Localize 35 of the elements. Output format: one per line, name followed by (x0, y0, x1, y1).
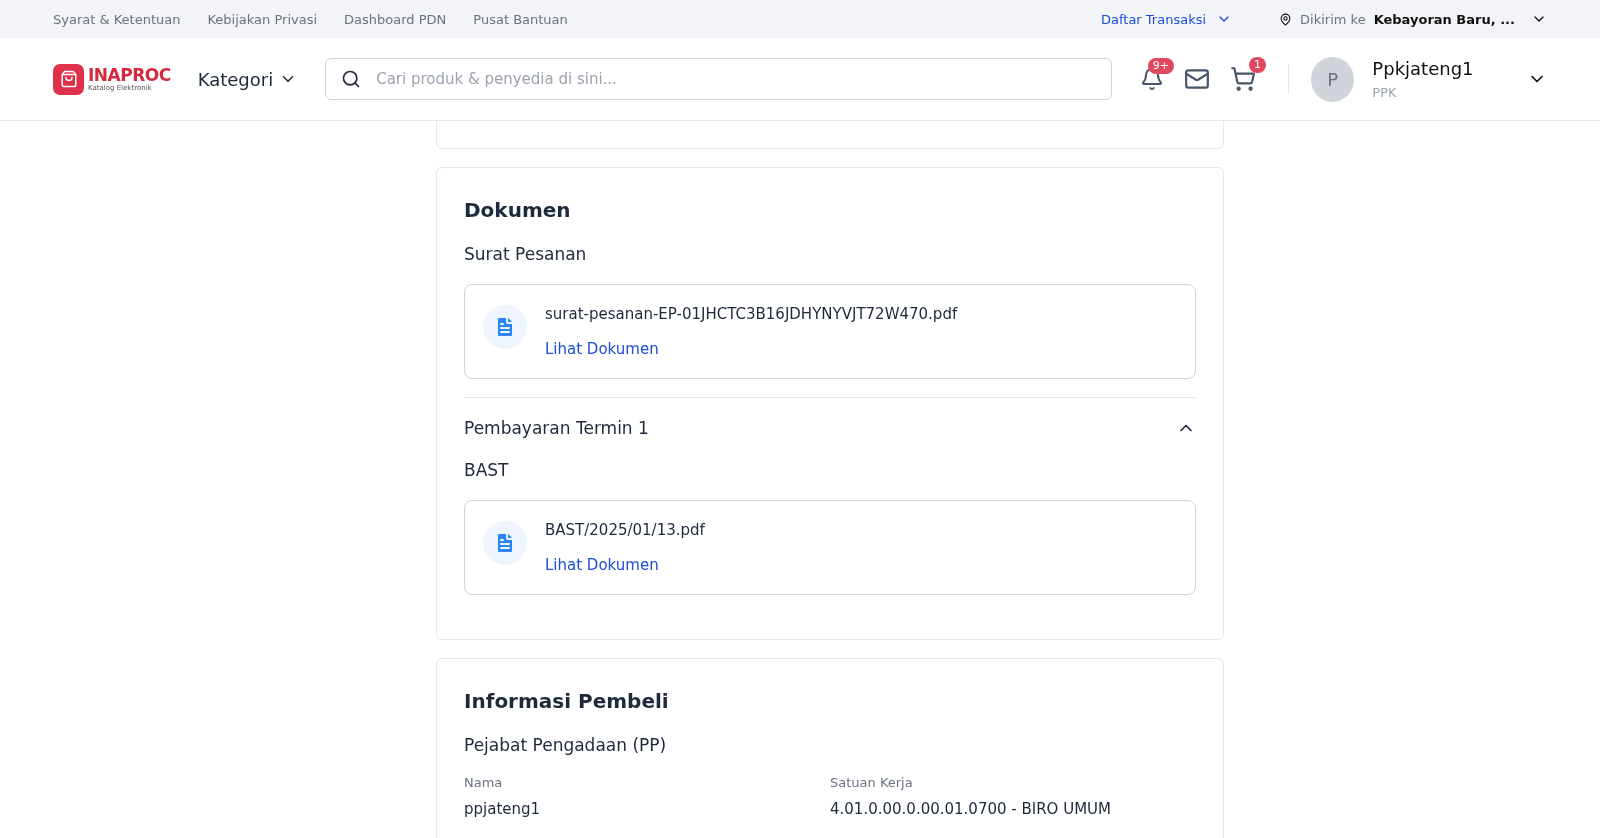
card-title: Informasi Pembeli (464, 689, 670, 713)
field-label: Satuan Kerja (830, 775, 914, 790)
file-name: surat-pesanan-EP-01JHCTC3B16JDHYNYVJT72W470.pdf (545, 305, 958, 323)
location-pin-icon (1279, 12, 1293, 26)
field-value: 4.01.0.00.0.00.01.0700 - BIRO UMUM (830, 800, 1113, 818)
section-title: BAST (464, 460, 510, 480)
file-name: BAST/2025/01/13.pdf (545, 521, 705, 539)
field-label: Nama (464, 775, 504, 790)
category-menu[interactable]: Kategori (197, 68, 298, 90)
search-field[interactable]: Cari produk & penyedia di sini... (325, 58, 1112, 100)
top-link[interactable]: Kebijakan Privasi (207, 11, 318, 27)
section-title: Pejabat Pengadaan (PP) (464, 735, 668, 755)
card-title: Dokumen (464, 198, 572, 222)
delivery-label: Dikirim ke (1300, 11, 1366, 27)
location-dropdown[interactable]: Kebayoran Baru, ... (1373, 11, 1547, 27)
search-icon (341, 69, 362, 89)
notification-badge: 9+ (1147, 58, 1174, 75)
file-icon (483, 305, 527, 349)
avatar: P (1310, 56, 1355, 102)
transactions-menu[interactable]: Daftar Transaksi (1100, 11, 1233, 27)
user-role: PPK (1372, 85, 1398, 100)
cart-button[interactable] (1229, 66, 1256, 92)
top-link[interactable]: Syarat & Ketentuan (53, 11, 181, 27)
user-name: Ppkjateng1 (1372, 58, 1475, 79)
file-icon (483, 521, 527, 565)
view-document-link[interactable]: Lihat Dokumen (545, 340, 659, 358)
notification-bell-button[interactable] (1139, 67, 1164, 91)
field-value: ppjateng1 (464, 800, 542, 818)
top-link[interactable]: Dashboard PDN (344, 11, 447, 27)
top-link[interactable]: Pusat Bantuan (473, 11, 568, 27)
cart-badge: 1 (1248, 57, 1266, 74)
mail-button[interactable] (1183, 66, 1210, 92)
view-document-link[interactable]: Lihat Dokumen (545, 556, 659, 574)
section-title: Surat Pesanan (464, 244, 588, 264)
accordion-header[interactable]: Pembayaran Termin 1 (464, 418, 1196, 438)
